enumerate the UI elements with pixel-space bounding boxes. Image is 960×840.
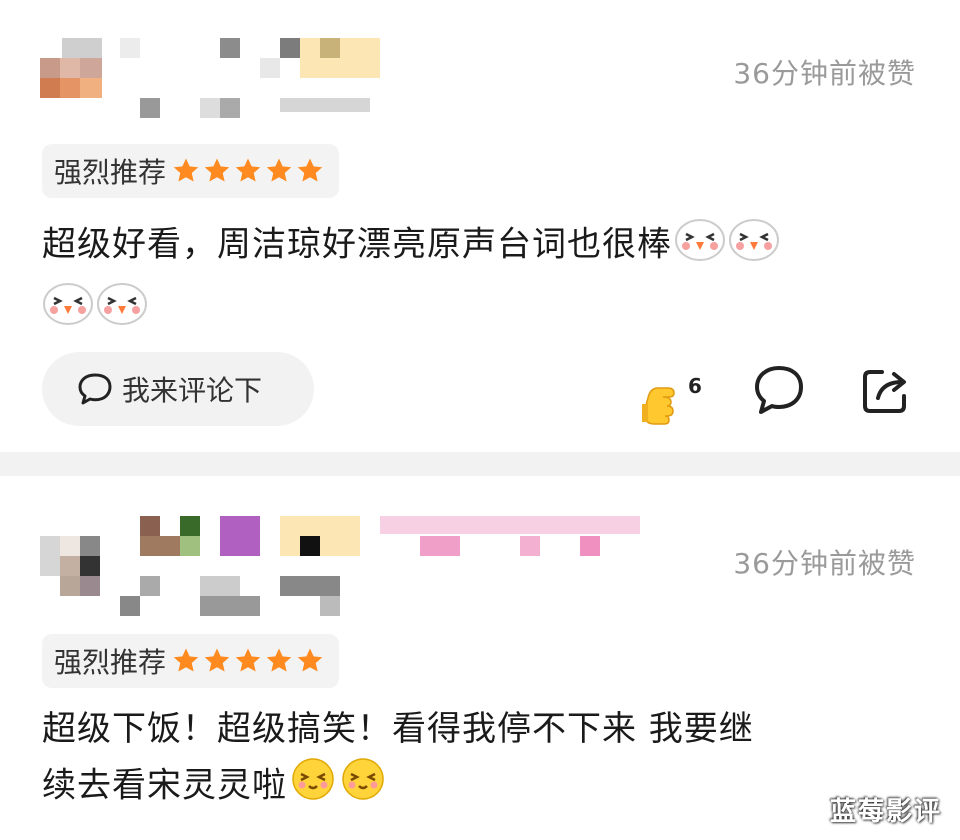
comment-text-line2: 续去看宋灵灵啦	[42, 765, 287, 806]
chick-face-emoji-icon	[96, 278, 148, 342]
chick-face-emoji-icon	[728, 214, 780, 278]
rating-label: 强烈推荐	[54, 646, 167, 679]
rating-label: 强烈推荐	[54, 156, 167, 189]
reply-comment-button[interactable]: 我来评论下	[42, 352, 314, 426]
speech-bubble-icon	[78, 373, 112, 405]
blush-smile-emoji-icon	[289, 756, 337, 818]
rating-badge: 强烈推荐	[42, 144, 340, 198]
card-divider	[0, 452, 960, 476]
like-time-text: 36分钟前被赞	[733, 57, 916, 90]
star-icon	[297, 648, 323, 672]
comment-text: 超级下饭！超级搞笑！看得我停不下来 我要继 续去看宋灵灵啦	[42, 702, 922, 818]
comment-card-2: 36分钟前被赞 强烈推荐 超级下饭！超级搞笑！看得我停不下来 我要继 续去看宋灵…	[0, 476, 960, 840]
user-avatar-blurred[interactable]	[40, 38, 102, 100]
comment-text-line1: 超级好看，周洁琼好漂亮原声台词也很棒	[42, 224, 672, 265]
star-icon	[204, 648, 230, 672]
star-icon	[173, 648, 199, 672]
like-time-text: 36分钟前被赞	[733, 547, 916, 580]
comment-button[interactable]	[752, 364, 806, 420]
like-count: 6	[688, 374, 702, 398]
star-icon	[266, 158, 292, 182]
blush-smile-emoji-icon	[339, 756, 387, 818]
username-blurred[interactable]	[120, 516, 650, 616]
chick-face-emoji-icon	[42, 278, 94, 342]
like-button[interactable]	[634, 376, 686, 432]
clap-hand-icon	[642, 387, 675, 425]
star-icon	[204, 158, 230, 182]
share-button[interactable]	[860, 366, 912, 420]
star-icon	[235, 158, 261, 182]
username-blurred[interactable]	[120, 38, 390, 118]
chick-face-emoji-icon	[674, 214, 726, 278]
user-avatar-blurred[interactable]	[40, 536, 102, 598]
comment-text-line1: 超级下饭！超级搞笑！看得我停不下来 我要继	[42, 709, 754, 749]
reply-button-label: 我来评论下	[122, 374, 263, 407]
star-icon	[297, 158, 323, 182]
speech-bubble-icon	[755, 366, 803, 414]
share-icon	[863, 370, 906, 413]
rating-badge: 强烈推荐	[42, 634, 340, 688]
watermark-text: 蓝莓影评	[829, 797, 942, 827]
star-icon	[173, 158, 199, 182]
comment-card-1: 36分钟前被赞 强烈推荐 超级好看，周洁琼好漂亮原声台词也很棒 我来评论下 6	[0, 0, 960, 452]
star-icon	[266, 648, 292, 672]
star-icon	[235, 648, 261, 672]
comment-text: 超级好看，周洁琼好漂亮原声台词也很棒	[42, 214, 922, 342]
